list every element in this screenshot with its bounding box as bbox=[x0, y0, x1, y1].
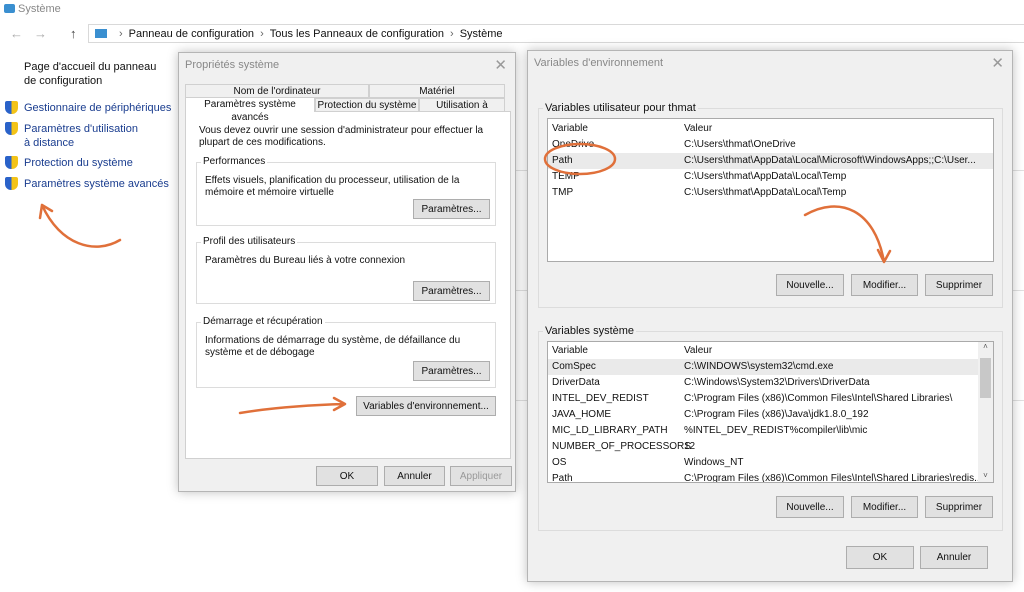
admin-notice: Vous devez ouvrir une session d'administ… bbox=[199, 125, 484, 148]
sidebar-item[interactable]: Paramètres système avancés bbox=[24, 177, 169, 191]
table-row[interactable]: Path C:\Users\thmat\AppData\Local\Microso… bbox=[548, 153, 993, 169]
profile-settings-button[interactable]: Paramètres... bbox=[413, 281, 490, 301]
scroll-down-icon[interactable]: ˅ bbox=[978, 471, 993, 480]
environment-variables-button[interactable]: Variables d'environnement... bbox=[356, 396, 496, 416]
user-variables-group: Variables utilisateur pour thmat Variabl… bbox=[538, 102, 1003, 308]
sidebar-item[interactable]: Gestionnaire de périphériques bbox=[24, 101, 171, 115]
scroll-up-icon[interactable]: ˄ bbox=[978, 342, 993, 351]
system-edit-button[interactable]: Modifier... bbox=[851, 496, 918, 518]
variable-name: Path bbox=[552, 155, 573, 166]
close-icon[interactable]: ✕ bbox=[991, 54, 1004, 72]
apply-button[interactable]: Appliquer bbox=[450, 466, 512, 486]
variable-value: %INTEL_DEV_REDIST%compiler\lib\mic bbox=[684, 425, 868, 436]
startup-settings-button[interactable]: Paramètres... bbox=[413, 361, 490, 381]
shield-icon bbox=[5, 177, 18, 190]
tab-advanced[interactable]: Paramètres système avancés bbox=[185, 97, 315, 123]
close-icon[interactable]: ✕ bbox=[494, 56, 507, 74]
dialog-title: Variables d'environnement bbox=[534, 57, 664, 69]
back-icon[interactable]: ← bbox=[10, 26, 23, 41]
arrow-sidebar bbox=[38, 203, 122, 248]
shield-icon bbox=[5, 122, 18, 135]
dialog-title: Propriétés système bbox=[185, 59, 280, 71]
sidebar-item[interactable]: Paramètres d'utilisation à distance bbox=[24, 122, 144, 150]
table-row[interactable]: DriverData C:\Windows\System32\Drivers\Dr… bbox=[548, 375, 993, 391]
variable-value: C:\Program Files (x86)\Common Files\Inte… bbox=[684, 393, 953, 404]
variable-value: C:\Program Files (x86)\Java\jdk1.8.0_192 bbox=[684, 409, 869, 420]
shield-icon bbox=[5, 156, 18, 169]
table-row[interactable]: TMP C:\Users\thmat\AppData\Local\Temp bbox=[548, 185, 993, 201]
table-row[interactable]: JAVA_HOME C:\Program Files (x86)\Java\jdk… bbox=[548, 407, 993, 423]
tab-protection[interactable]: Protection du système bbox=[315, 98, 419, 112]
system-variables-list[interactable]: Variable Valeur ComSpec C:\WINDOWS\system3… bbox=[547, 341, 994, 483]
variable-value: C:\Users\thmat\AppData\Local\Temp bbox=[684, 171, 847, 182]
tab-hardware[interactable]: Matériel bbox=[369, 84, 505, 98]
variable-value: Windows_NT bbox=[684, 457, 744, 468]
variable-value: C:\Users\thmat\AppData\Local\Microsoft\W… bbox=[684, 155, 976, 166]
tab-panel: Vous devez ouvrir une session d'administ… bbox=[185, 111, 511, 459]
variable-value: C:\Windows\System32\Drivers\DriverData bbox=[684, 377, 870, 388]
app-icon bbox=[4, 4, 15, 13]
variable-name: TMP bbox=[552, 187, 574, 198]
performance-group: Performances Effets visuels, planificati… bbox=[196, 156, 496, 226]
system-variables-group: Variables système Variable Valeur ComSpec… bbox=[538, 325, 1003, 531]
cancel-button[interactable]: Annuler bbox=[384, 466, 445, 486]
breadcrumb-item[interactable]: Tous les Panneaux de configuration bbox=[270, 28, 444, 40]
variable-name: INTEL_DEV_REDIST bbox=[552, 393, 649, 404]
scrollbar[interactable]: ˄ ˅ bbox=[978, 342, 993, 482]
variable-value: C:\Users\thmat\OneDrive bbox=[684, 139, 796, 150]
scrollbar-thumb[interactable] bbox=[980, 358, 991, 398]
window-title: Système bbox=[18, 3, 61, 15]
sidebar-item[interactable]: Protection du système bbox=[24, 156, 133, 170]
up-icon[interactable]: ↑ bbox=[70, 26, 77, 41]
ok-button[interactable]: OK bbox=[846, 546, 914, 569]
cancel-button[interactable]: Annuler bbox=[920, 546, 988, 569]
variable-value: C:\WINDOWS\system32\cmd.exe bbox=[684, 361, 834, 372]
list-header: Variable Valeur bbox=[552, 345, 713, 356]
variable-name: DriverData bbox=[552, 377, 600, 388]
forward-icon[interactable]: → bbox=[34, 26, 47, 41]
table-row[interactable]: NUMBER_OF_PROCESSORS 12 bbox=[548, 439, 993, 455]
performance-settings-button[interactable]: Paramètres... bbox=[413, 199, 490, 219]
variable-name: ComSpec bbox=[552, 361, 596, 372]
startup-recovery-group: Démarrage et récupération Informations d… bbox=[196, 316, 496, 388]
breadcrumb-item[interactable]: Panneau de configuration bbox=[129, 28, 254, 40]
variable-name: OneDrive bbox=[552, 139, 595, 150]
variable-name: Path bbox=[552, 473, 573, 483]
user-profiles-group: Profil des utilisateurs Paramètres du Bu… bbox=[196, 236, 496, 304]
table-row[interactable]: ComSpec C:\WINDOWS\system32\cmd.exe bbox=[548, 359, 993, 375]
variable-name: TEMP bbox=[552, 171, 580, 182]
sidebar-home-link[interactable]: Page d'accueil du panneau de configurati… bbox=[24, 60, 164, 88]
variable-value: 12 bbox=[684, 441, 696, 452]
table-row[interactable]: INTEL_DEV_REDIST C:\Program Files (x86)\C… bbox=[548, 391, 993, 407]
variable-name: NUMBER_OF_PROCESSORS bbox=[552, 441, 691, 452]
ok-button[interactable]: OK bbox=[316, 466, 378, 486]
table-row[interactable]: TEMP C:\Users\thmat\AppData\Local\Temp bbox=[548, 169, 993, 185]
user-edit-button[interactable]: Modifier... bbox=[851, 274, 918, 296]
tab-remote[interactable]: Utilisation à distance bbox=[419, 98, 505, 124]
system-properties-dialog: Propriétés système ✕ Nom de l'ordinateur… bbox=[178, 52, 516, 492]
table-row[interactable]: OS Windows_NT bbox=[548, 455, 993, 471]
system-delete-button[interactable]: Supprimer bbox=[925, 496, 993, 518]
variable-name: JAVA_HOME bbox=[552, 409, 612, 420]
computer-icon bbox=[95, 29, 107, 38]
table-row[interactable]: Path C:\Program Files (x86)\Common Files\… bbox=[548, 471, 993, 483]
variable-value: C:\Users\thmat\AppData\Local\Temp bbox=[684, 187, 847, 198]
variable-value: C:\Program Files (x86)\Common Files\Inte… bbox=[684, 473, 983, 483]
table-row[interactable]: OneDrive C:\Users\thmat\OneDrive bbox=[548, 137, 993, 153]
system-new-button[interactable]: Nouvelle... bbox=[776, 496, 844, 518]
list-header: Variable Valeur bbox=[552, 123, 713, 134]
variable-name: OS bbox=[552, 457, 567, 468]
breadcrumb-item[interactable]: Système bbox=[460, 28, 503, 40]
environment-variables-dialog: Variables d'environnement ✕ Variables ut… bbox=[527, 50, 1013, 582]
user-new-button[interactable]: Nouvelle... bbox=[776, 274, 844, 296]
table-row[interactable]: MIC_LD_LIBRARY_PATH %INTEL_DEV_REDIST%com… bbox=[548, 423, 993, 439]
variable-name: MIC_LD_LIBRARY_PATH bbox=[552, 425, 668, 436]
tab-computer-name[interactable]: Nom de l'ordinateur bbox=[185, 84, 369, 98]
address-bar[interactable]: › Panneau de configuration › Tous les Pa… bbox=[88, 24, 1024, 43]
user-delete-button[interactable]: Supprimer bbox=[925, 274, 993, 296]
shield-icon bbox=[5, 101, 18, 114]
user-variables-list[interactable]: Variable Valeur OneDrive C:\Users\thmat\On… bbox=[547, 118, 994, 262]
